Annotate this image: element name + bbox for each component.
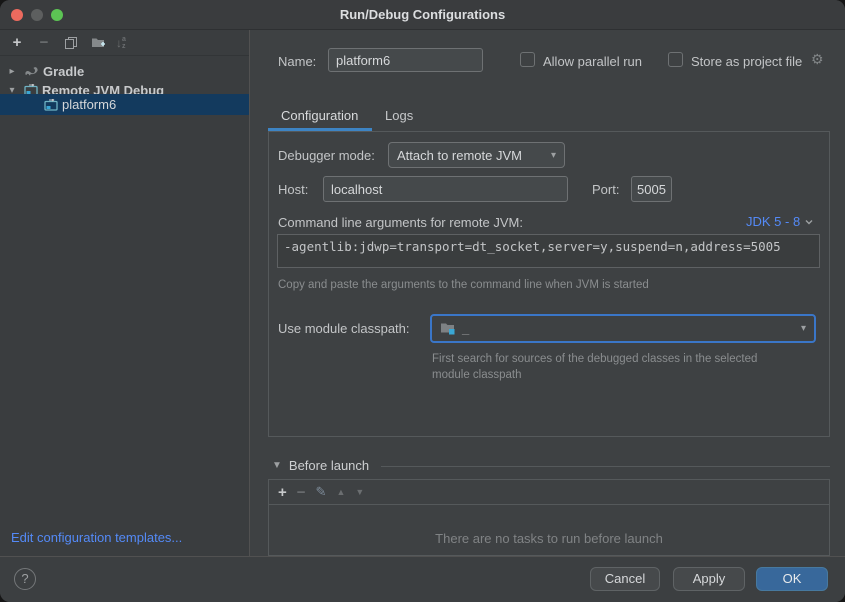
ok-button[interactable]: OK [756,567,828,591]
gradle-icon [24,65,39,77]
jdk-version-selector[interactable]: JDK 5 - 8 [746,214,814,229]
debugger-mode-dropdown[interactable]: Attach to remote JVM ▾ [388,142,565,168]
dropdown-arrow-icon: ▾ [551,150,556,161]
store-as-project-file-checkbox[interactable] [668,52,683,67]
tab-logs[interactable]: Logs [385,108,413,123]
before-launch-title: Before launch [289,458,369,473]
configuration-editor-panel: Name: Allow parallel run Store as projec… [251,30,845,556]
host-input[interactable] [323,176,568,202]
title-bar: Run/Debug Configurations [0,0,845,30]
sort-configurations-icon[interactable]: ↓ az [116,36,126,50]
allow-parallel-run-checkbox[interactable] [520,52,535,67]
port-label: Port: [592,182,619,197]
debugger-mode-value: Attach to remote JVM [397,148,522,163]
before-launch-task-list: There are no tasks to run before launch [268,505,830,556]
before-launch-header[interactable]: ▼ Before launch [272,458,369,473]
jdk-version-label: JDK 5 - 8 [746,214,800,229]
run-debug-configurations-dialog: Run/Debug Configurations + − ↓ az ▸ Grad… [0,0,845,602]
new-folder-icon[interactable] [89,34,107,52]
chevron-down-icon [804,218,814,226]
edit-configuration-templates-link[interactable]: Edit configuration templates... [11,530,182,545]
edit-task-icon[interactable]: ✎ [316,484,327,500]
module-folder-icon [440,321,458,336]
help-icon[interactable]: ? [14,568,36,590]
tree-item-gradle[interactable]: ▸ Gradle [0,61,249,81]
sidebar-toolbar: + − ↓ az [0,30,249,56]
cmdline-arguments-label: Command line arguments for remote JVM: [278,215,523,230]
collapse-arrow-icon[interactable]: ▼ [272,460,282,471]
name-input[interactable] [328,48,483,72]
gear-icon[interactable]: ⚙ [811,51,824,68]
use-module-classpath-label: Use module classpath: [278,321,410,336]
store-as-project-file-label: Store as project file [691,54,802,69]
move-down-icon[interactable]: ▼ [355,487,364,497]
remove-configuration-icon[interactable]: − [35,34,53,52]
module-classpath-combo[interactable]: _ ▾ [430,314,816,343]
text-cursor: _ [462,321,469,336]
tree-item-label: platform6 [62,97,116,112]
apply-button[interactable]: Apply [673,567,745,591]
empty-tasks-message: There are no tasks to run before launch [269,531,829,546]
allow-parallel-run-label: Allow parallel run [543,54,642,69]
debugger-mode-label: Debugger mode: [278,148,375,163]
copy-configuration-icon[interactable] [62,34,80,52]
dialog-footer: ? Cancel Apply OK [0,556,845,602]
cmdline-arguments-box[interactable]: -agentlib:jdwp=transport=dt_socket,serve… [277,234,820,268]
remote-debug-icon [44,99,58,111]
port-input[interactable] [631,176,672,202]
tab-configuration[interactable]: Configuration [281,108,358,123]
move-up-icon[interactable]: ▲ [336,487,345,497]
cmdline-hint: Copy and paste the arguments to the comm… [278,279,649,291]
section-divider [381,466,830,467]
window-title: Run/Debug Configurations [0,0,845,30]
tree-item-label: Gradle [43,64,84,79]
add-task-icon[interactable]: + [278,484,287,501]
classpath-hint: First search for sources of the debugged… [432,351,757,383]
remove-task-icon[interactable]: − [297,484,306,501]
before-launch-toolbar: + − ✎ ▲ ▼ [268,479,830,505]
cancel-button[interactable]: Cancel [590,567,660,591]
chevron-right-icon[interactable]: ▸ [6,66,18,77]
host-label: Host: [278,182,308,197]
dropdown-arrow-icon: ▾ [801,323,806,334]
tree-item-platform6-selected[interactable]: platform6 [0,94,249,115]
configurations-sidebar: + − ↓ az ▸ Gradle ▾ Remote [0,30,250,556]
name-label: Name: [278,54,316,69]
add-configuration-icon[interactable]: + [8,34,26,52]
